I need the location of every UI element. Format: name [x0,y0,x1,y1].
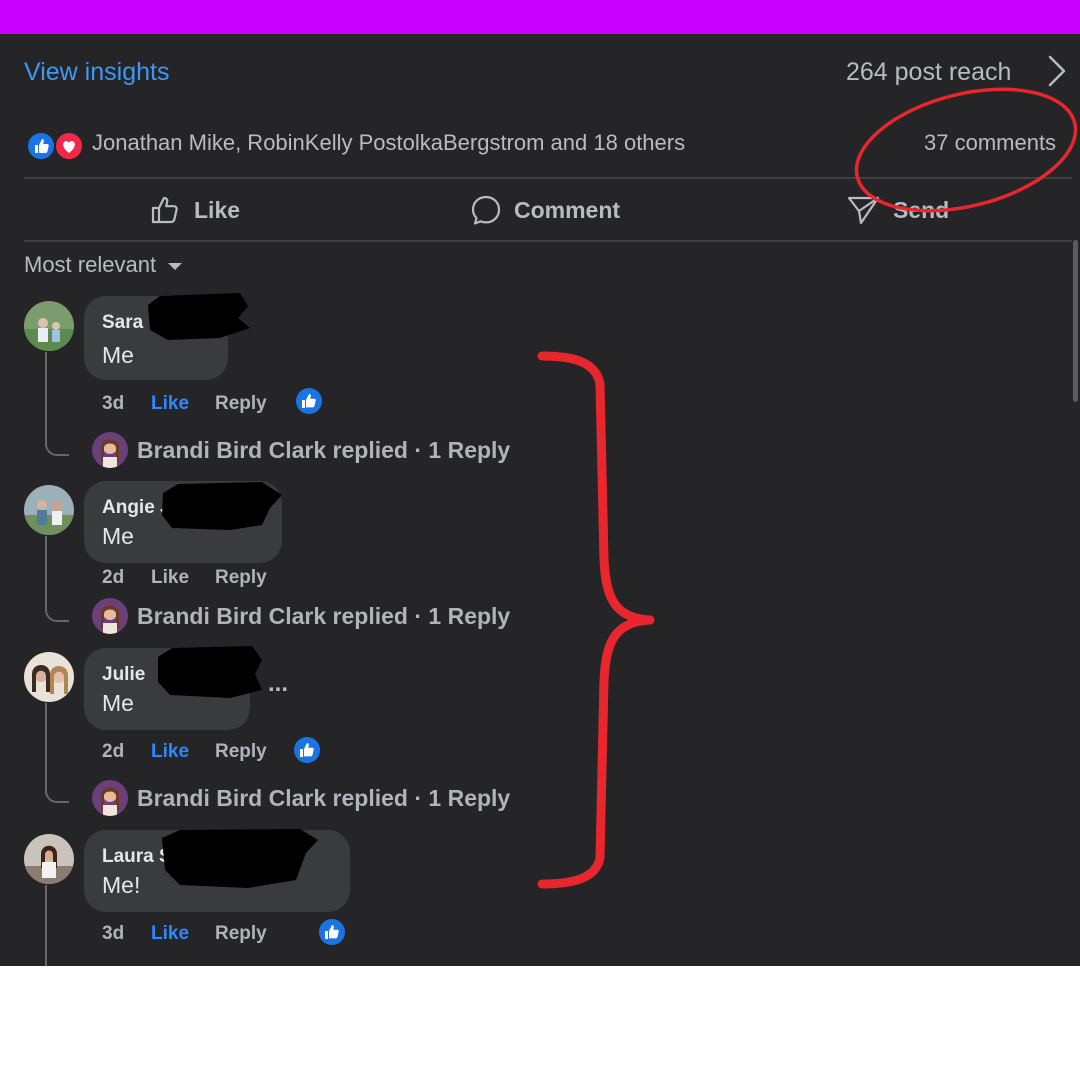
commenter-name[interactable]: Sara [102,312,143,334]
like-reaction-badge-icon [296,388,322,414]
comment-bubble: Laura S Me! [84,830,350,912]
comment-reply-button[interactable]: Reply [215,567,267,589]
comment-bubble: Sara Me [84,296,228,380]
thumbs-up-icon [151,196,178,224]
comment-sort-dropdown[interactable]: Most relevant [24,252,183,278]
divider [24,240,1072,242]
post-reach-text[interactable]: 264 post reach [846,58,1011,87]
send-icon [847,196,880,225]
like-reaction-badge-icon [319,919,345,945]
comment-like-button[interactable]: Like [151,923,189,945]
comment-text: Me [102,342,134,368]
reply-avatar[interactable] [92,780,128,816]
reply-avatar[interactable] [92,598,128,634]
comment-time[interactable]: 2d [102,741,124,763]
commenter-name[interactable]: Julie [102,664,145,686]
avatar[interactable] [24,301,74,351]
scrollbar[interactable] [1073,240,1078,402]
comment-label: Comment [514,196,621,223]
reply-avatar[interactable] [92,432,128,468]
reply-thread-line [45,352,69,456]
top-color-bar [0,0,1080,34]
comment-text: Me [102,523,134,549]
comment-time[interactable]: 3d [102,393,124,415]
view-replies-link[interactable]: Brandi Bird Clark replied · 1 Reply [137,785,510,812]
love-icon [54,131,84,161]
comment-button[interactable]: Comment [470,192,620,228]
avatar[interactable] [24,485,74,535]
like-button[interactable]: Like [150,192,240,228]
send-label: Send [893,196,950,223]
view-replies-link[interactable]: Brandi Bird Clark replied · 1 Reply [137,603,510,630]
post-footer-panel: View insights 264 post reach Jonathan Mi… [0,34,1080,966]
reactors-summary[interactable]: Jonathan Mike, RobinKelly PostolkaBergst… [92,130,685,156]
like-reaction-badge-icon [294,737,320,763]
comment-time[interactable]: 3d [102,923,124,945]
view-insights-link[interactable]: View insights [24,58,169,87]
chevron-right-icon[interactable] [1046,54,1068,88]
divider [24,177,1072,179]
caret-down-icon [168,263,183,270]
comment-text: Me [102,690,134,716]
view-replies-link[interactable]: Brandi Bird Clark replied · 1 Reply [137,437,510,464]
avatar[interactable] [24,652,74,702]
comment-bubble: Julie Me [84,648,250,730]
commenter-name[interactable]: Angie J [102,497,171,519]
reply-thread-line [45,536,69,622]
like-label: Like [194,196,241,223]
sort-label: Most relevant [24,252,157,277]
reaction-icons[interactable] [26,131,86,161]
comment-text: Me! [102,872,141,898]
comment-reply-button[interactable]: Reply [215,741,267,763]
comment-bubble: Angie J Me [84,481,282,563]
avatar[interactable] [24,834,74,884]
comment-time[interactable]: 2d [102,567,124,589]
send-button[interactable]: Send [847,192,949,228]
reply-thread-line [45,885,47,966]
comment-bubble-icon [471,195,501,225]
comment-reply-button[interactable]: Reply [215,923,267,945]
like-icon [26,131,56,161]
comment-like-button[interactable]: Like [151,741,189,763]
reply-thread-line [45,703,69,803]
comment-count[interactable]: 37 comments [924,130,1056,156]
comment-reply-button[interactable]: Reply [215,393,267,415]
commenter-name[interactable]: Laura S [102,846,172,868]
comment-like-button[interactable]: Like [151,393,189,415]
comment-like-button[interactable]: Like [151,567,189,589]
more-options-icon[interactable]: ... [268,670,288,698]
